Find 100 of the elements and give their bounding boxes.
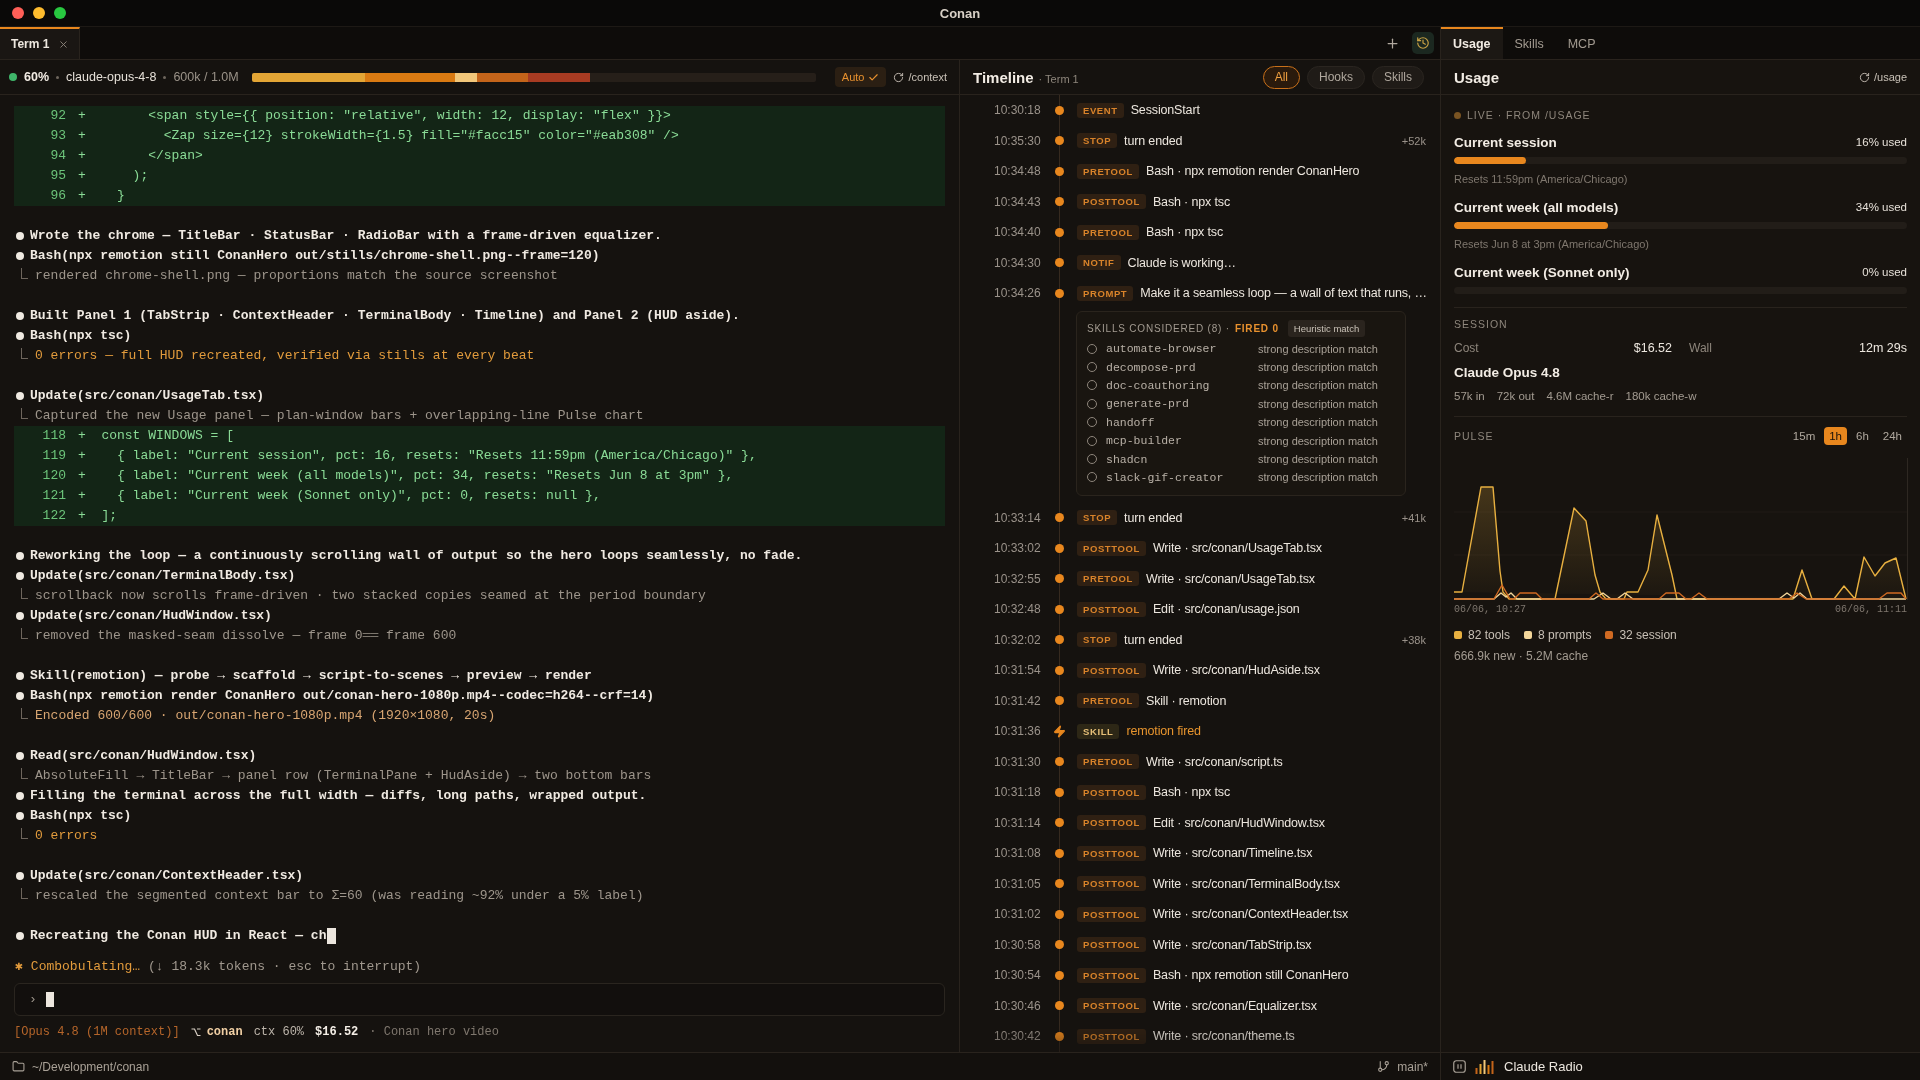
event-text: Bash · npx tsc <box>1145 225 1225 240</box>
window-zoom-button[interactable] <box>54 7 66 19</box>
refresh-icon <box>1858 71 1870 83</box>
add-icon[interactable] <box>1385 35 1400 51</box>
git-branch-icon <box>1377 1060 1391 1073</box>
separator-dot-icon <box>163 75 167 79</box>
window-title: Conan <box>939 5 981 21</box>
event-badge: STOP <box>1077 632 1118 648</box>
timeline-dot-icon <box>1054 227 1064 237</box>
range-button[interactable]: 6h <box>1851 427 1874 445</box>
usage-command-button[interactable]: /usage <box>1858 71 1907 83</box>
bullet-dot-icon <box>16 672 24 680</box>
diff-code-line: + } <box>78 187 125 205</box>
result-text: 0 errors <box>35 827 98 845</box>
bullet-dot-icon <box>16 812 24 820</box>
event-time: 10:34:48 <box>994 164 1042 179</box>
working-directory: ~/Development/conan <box>32 1059 150 1074</box>
text-cursor-icon <box>45 992 54 1007</box>
event-text: Bash · npx tsc <box>1152 194 1231 209</box>
timeline-dot-icon <box>1054 543 1064 553</box>
tree-connector-icon <box>21 627 28 639</box>
event-badge: STOP <box>1077 510 1118 526</box>
action-text: Reworking the loop — a continuously scrolling wall of output so the hero loops seamlessly, no fade. <box>30 547 803 565</box>
skill-name: doc-coauthoring <box>1106 378 1211 392</box>
panel-tab[interactable]: Usage <box>1441 27 1503 59</box>
result-text: rescaled the segmented context bar to Σ=60 (was reading ~92% under a 5% label) <box>35 887 644 905</box>
panel-tab[interactable]: Skills <box>1502 27 1556 59</box>
tree-connector-icon <box>21 267 28 279</box>
mode-button[interactable]: Auto <box>834 67 887 87</box>
event-text: Bash · npx tsc <box>1152 785 1231 800</box>
event-badge: POSTTOOL <box>1077 662 1146 678</box>
event-time: 10:35:30 <box>994 133 1042 148</box>
event-time: 10:30:46 <box>994 998 1042 1013</box>
event-badge: SKILL <box>1077 723 1120 739</box>
skill-reason: strong description match <box>1258 379 1379 392</box>
filter-pill[interactable]: All <box>1262 65 1300 89</box>
branch-name: main* <box>1397 1059 1428 1074</box>
skill-name: slack-gif-creator <box>1106 470 1225 484</box>
event-badge: POSTTOOL <box>1077 998 1146 1014</box>
skill-name: decompose-prd <box>1106 360 1197 374</box>
bullet-dot-icon <box>16 932 24 940</box>
event-time: 10:34:30 <box>994 255 1042 270</box>
skill-name: automate-browser <box>1106 342 1218 356</box>
line-number: 120 <box>41 467 66 485</box>
radio-label: Claude Radio <box>1504 1059 1583 1074</box>
history-button[interactable] <box>1412 32 1434 54</box>
timeline-dot-icon <box>1054 604 1064 614</box>
action-text: Update(src/conan/UsageTab.tsx) <box>30 387 265 405</box>
event-time: 10:31:42 <box>994 693 1042 708</box>
pause-icon[interactable] <box>1453 1060 1466 1073</box>
event-text: Write · src/conan/script.ts <box>1145 754 1284 769</box>
event-badge: POSTTOOL <box>1077 876 1146 892</box>
range-button[interactable]: 15m <box>1787 427 1821 445</box>
event-badge: PRETOOL <box>1077 693 1139 709</box>
event-badge: POSTTOOL <box>1077 784 1146 800</box>
event-time: 10:34:40 <box>994 225 1042 240</box>
timeline-dot-icon <box>1054 635 1064 645</box>
window-close-button[interactable] <box>12 7 24 19</box>
range-button[interactable]: 24h <box>1877 427 1907 445</box>
result-text: rendered chrome-shell.png — proportions match the source screenshot <box>35 267 558 285</box>
timeline-dot-icon <box>1054 513 1064 523</box>
skill-reason: strong description match <box>1258 453 1379 466</box>
event-badge: POSTTOOL <box>1077 967 1146 983</box>
bullet-dot-icon <box>16 332 24 340</box>
context-command-button[interactable]: /context <box>893 71 947 83</box>
live-dot-icon <box>1454 111 1461 119</box>
action-text: Bash(npx tsc) <box>30 807 132 825</box>
filter-pill[interactable]: Skills <box>1372 65 1424 89</box>
skill-name: mcp-builder <box>1106 434 1183 448</box>
action-text: Bash(npx remotion render ConanHero out/conan-hero-1080p.mp4--codec=h264--crf=14) <box>30 687 655 705</box>
tree-connector-icon <box>21 407 28 419</box>
close-icon[interactable] <box>58 38 70 50</box>
check-icon <box>868 71 880 83</box>
line-number: 92 <box>49 107 66 125</box>
legend-label: 8 prompts <box>1538 628 1592 642</box>
event-badge: PRETOOL <box>1077 754 1139 770</box>
diff-code-line: + { label: "Current session", pct: 16, resets: "Resets 11:59pm (America/Chicago)" }, <box>78 447 757 465</box>
range-button[interactable]: 1h <box>1824 427 1847 445</box>
event-text: SessionStart <box>1130 103 1201 118</box>
action-text: Bash(npx remotion still ConanHero out/stills/chrome-shell.png--frame=120) <box>30 247 600 265</box>
bullet-dot-icon <box>16 752 24 760</box>
skill-name: handoff <box>1106 415 1156 429</box>
filter-pill[interactable]: Hooks <box>1306 65 1365 89</box>
timeline-dot-icon <box>1054 787 1064 797</box>
action-text: Update(src/conan/HudWindow.tsx) <box>30 607 272 625</box>
prompt-caret: › <box>29 992 37 1007</box>
event-badge: PRETOOL <box>1077 224 1139 240</box>
model-name: claude-opus-4-8 <box>66 70 157 84</box>
terminal-tab[interactable]: Term 1 <box>0 27 81 59</box>
token-stat: 72k out <box>1496 390 1535 402</box>
event-text: turn ended <box>1124 632 1184 647</box>
event-text: Write · src/conan/Timeline.tsx <box>1152 846 1314 861</box>
panel-tab[interactable]: MCP <box>1555 27 1608 59</box>
result-text: Encoded 600/600 · out/conan-hero-1080p.mp4 (1920×1080, 20s) <box>35 707 496 725</box>
window-minimize-button[interactable] <box>33 7 45 19</box>
bullet-dot-icon <box>16 692 24 700</box>
timeline-dot-icon <box>1054 696 1064 706</box>
prompt-input-field[interactable]: › <box>14 983 945 1016</box>
line-number: 96 <box>49 187 66 205</box>
bullet-dot-icon <box>16 572 24 580</box>
